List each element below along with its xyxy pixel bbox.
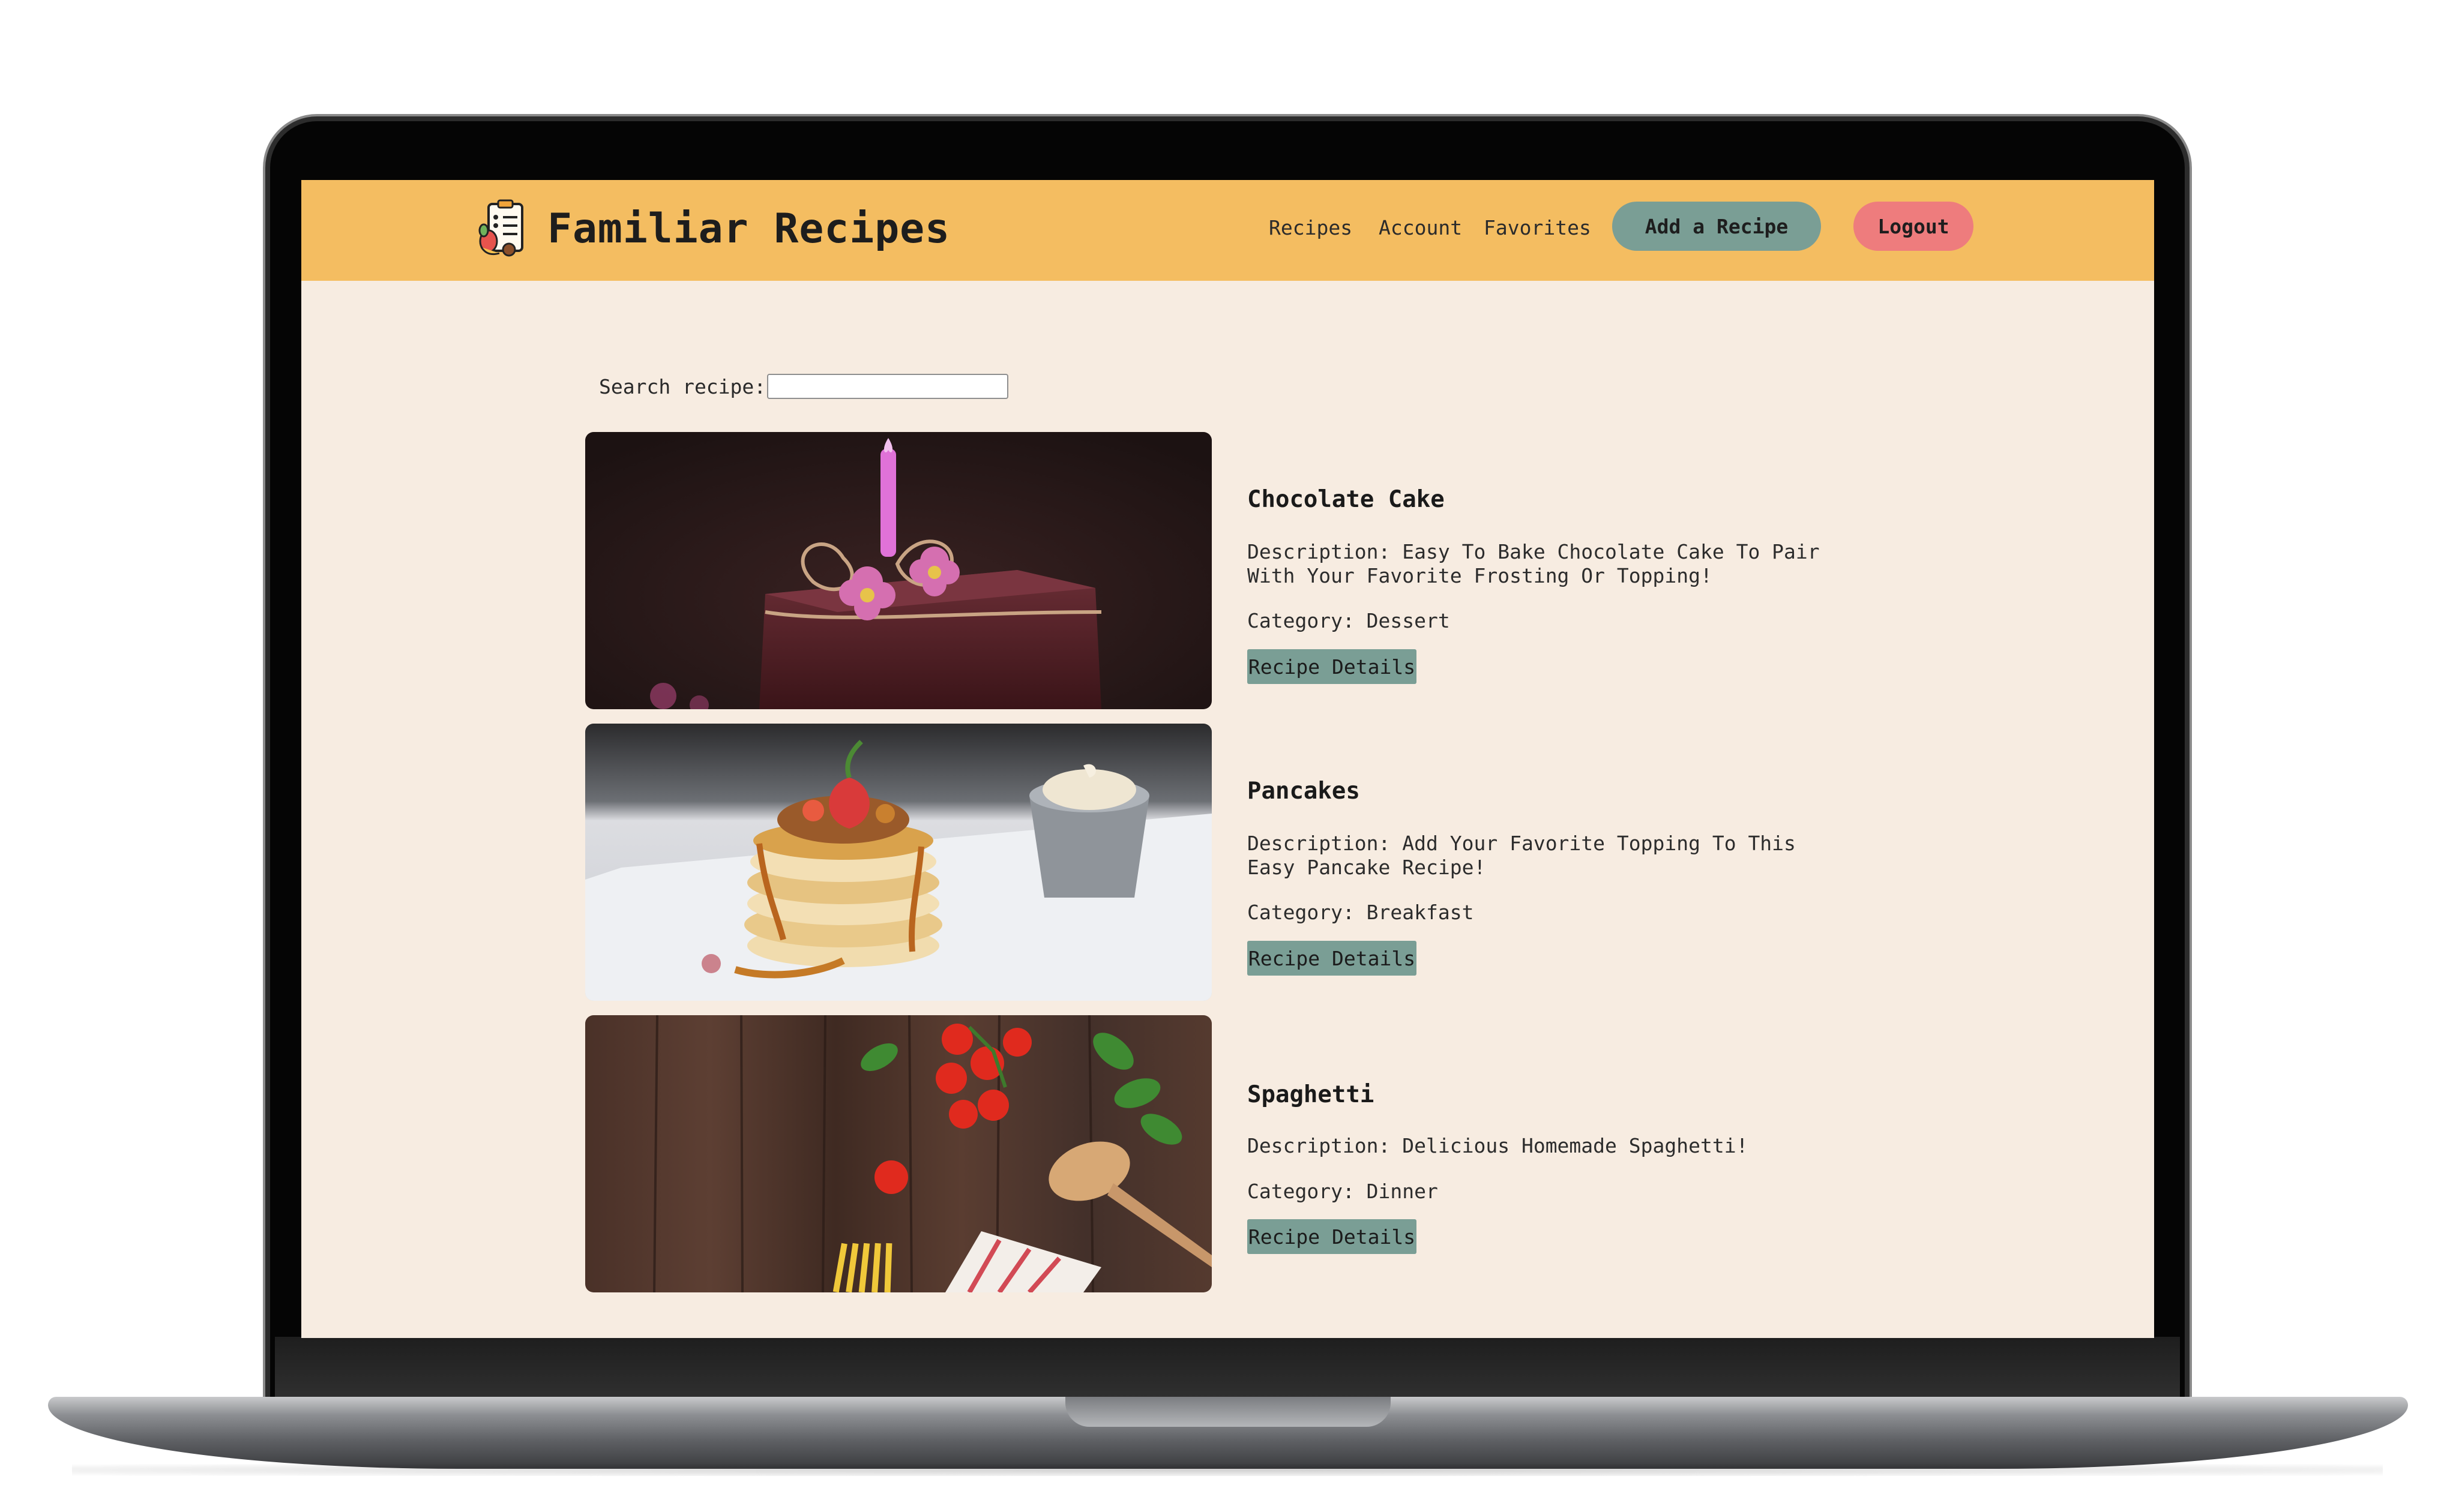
pancakes-photo [585,724,1212,1001]
recipe-category: Category: Dinner [1247,1180,1438,1203]
recipe-category: Category: Dessert [1247,609,1450,632]
laptop-notch [1065,1397,1391,1427]
recipe-description: Description: Easy To Bake Chocolate Cake… [1247,540,1820,587]
recipe-card: Pancakes Description: Add Your Favorite … [585,724,1846,1001]
recipe-title: Chocolate Cake [1247,486,1445,513]
laptop-chin [275,1337,2180,1397]
recipe-title: Pancakes [1247,778,1360,805]
recipe-card: Spaghetti Description: Delicious Homemad… [585,1015,1846,1292]
site-title[interactable]: Familiar Recipes [547,205,950,253]
recipe-details-button[interactable]: Recipe Details [1247,941,1416,976]
recipe-title: Spaghetti [1247,1081,1374,1108]
site-header: Familiar Recipes Recipes Account Favorit… [301,180,2154,281]
recipe-category: Category: Breakfast [1247,901,1474,924]
laptop-shadow [72,1464,2383,1476]
recipe-details-button[interactable]: Recipe Details [1247,1219,1416,1254]
spaghetti-photo [585,1015,1212,1292]
search-input[interactable] [767,374,1009,399]
recipe-book-logo-icon[interactable] [475,199,532,259]
nav-favorites[interactable]: Favorites [1484,216,1591,239]
app-screen: Familiar Recipes Recipes Account Favorit… [301,180,2154,1338]
add-recipe-button[interactable]: Add a Recipe [1612,202,1821,251]
logout-button[interactable]: Logout [1853,202,1973,251]
search-label: Search recipe: [599,374,766,398]
chocolate-cake-photo [585,432,1212,709]
recipe-card: Chocolate Cake Description: Easy To Bake… [585,432,1846,709]
recipe-description: Description: Delicious Homemade Spaghett… [1247,1134,1748,1157]
nav-account[interactable]: Account [1379,216,1462,239]
nav-recipes[interactable]: Recipes [1269,216,1352,239]
recipe-details-button[interactable]: Recipe Details [1247,649,1416,684]
search-bar: Search recipe: [599,371,1009,402]
recipe-description: Description: Add Your Favorite Topping T… [1247,832,1796,879]
